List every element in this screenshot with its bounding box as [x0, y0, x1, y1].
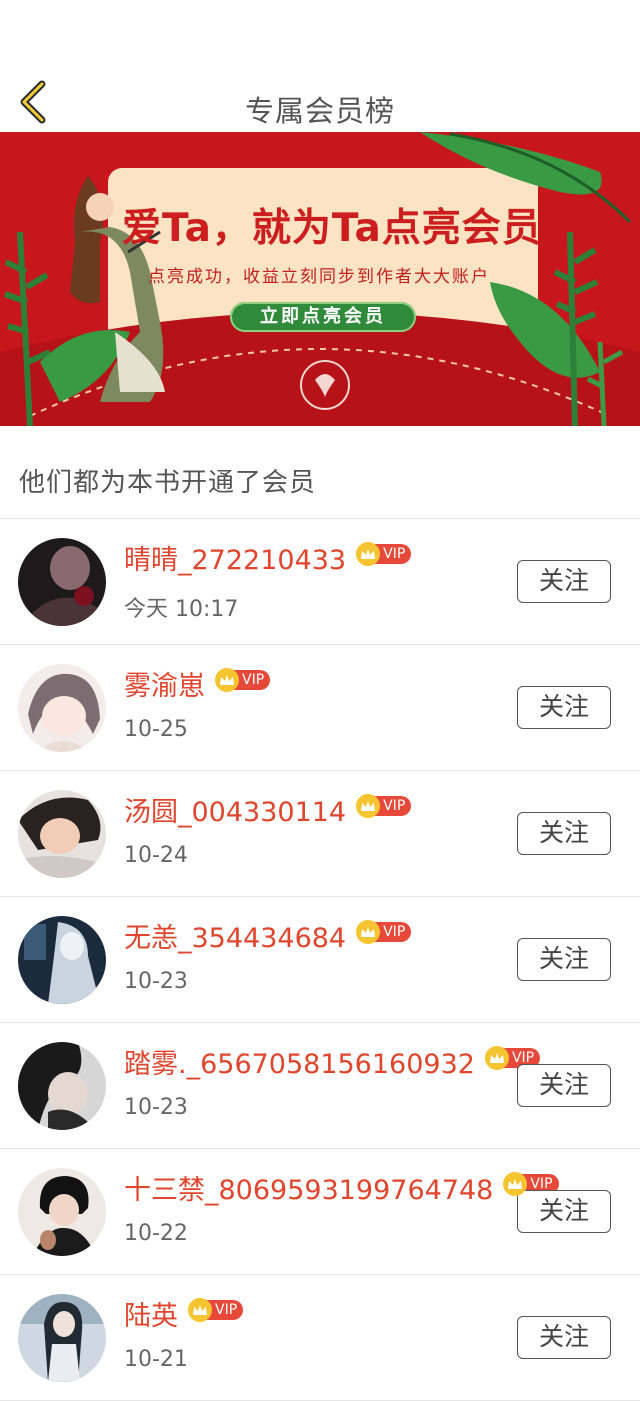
follow-button[interactable]: 关注 [517, 812, 611, 855]
join-time: 10-24 [124, 843, 188, 868]
status-bar [0, 0, 640, 72]
vip-badge: VIP [356, 794, 412, 818]
join-time: 10-21 [124, 1347, 188, 1372]
banner-headline: 爱Ta，就为Ta点亮会员 [122, 206, 542, 251]
crown-icon [356, 920, 381, 944]
crown-icon [356, 542, 381, 566]
list-item[interactable]: 踏雾._6567058156160932 VIP 10-23 关注 [0, 1023, 640, 1149]
user-name[interactable]: 汤圆_004330114 [124, 793, 346, 833]
user-name[interactable]: 雾渝崽 [124, 667, 205, 707]
list-item[interactable]: 晴晴_272210433 VIP 今天 10:17 关注 [0, 519, 640, 645]
section-title: 他们都为本书开通了会员 [19, 468, 317, 498]
follow-button[interactable]: 关注 [517, 1190, 611, 1233]
join-time: 今天 10:17 [124, 597, 239, 622]
user-name[interactable]: 十三禁_8069593199764748 [124, 1171, 493, 1211]
crown-icon [215, 668, 239, 692]
vip-badge: VIP [188, 1298, 244, 1322]
list-item[interactable]: 十三禁_8069593199764748 VIP 10-22 关注 [0, 1149, 640, 1275]
avatar[interactable] [18, 664, 106, 752]
vip-badge: VIP [215, 668, 271, 692]
page-title: 专属会员榜 [244, 94, 395, 128]
list-item[interactable]: 无恙_354434684 VIP 10-23 关注 [0, 897, 640, 1023]
follow-button[interactable]: 关注 [517, 1064, 611, 1107]
avatar[interactable] [18, 916, 106, 1004]
user-name[interactable]: 踏雾._6567058156160932 [124, 1045, 475, 1085]
header: 专属会员榜 [0, 72, 640, 132]
member-list: 晴晴_272210433 VIP 今天 10:17 关注 雾渝崽 VIP 10-… [0, 518, 640, 1401]
avatar[interactable] [18, 1042, 106, 1130]
user-name[interactable]: 晴晴_272210433 [124, 541, 346, 581]
promo-banner[interactable]: 爱Ta，就为Ta点亮会员 点亮成功，收益立刻同步到作者大大账户 立即点亮会员 [0, 132, 640, 426]
avatar[interactable] [18, 1294, 106, 1382]
banner-subtitle: 点亮成功，收益立刻同步到作者大大账户 [148, 267, 490, 287]
list-item[interactable]: 陆英 VIP 10-21 关注 [0, 1275, 640, 1401]
avatar[interactable] [18, 1168, 106, 1256]
follow-button[interactable]: 关注 [517, 686, 611, 729]
follow-button[interactable]: 关注 [517, 1316, 611, 1359]
follow-button[interactable]: 关注 [517, 938, 611, 981]
vip-badge: VIP [356, 920, 412, 944]
user-name[interactable]: 陆英 [124, 1297, 178, 1337]
join-time: 10-23 [124, 969, 188, 994]
avatar[interactable] [18, 790, 106, 878]
crown-icon [484, 1046, 509, 1070]
crown-icon [188, 1298, 212, 1322]
avatar[interactable] [18, 538, 106, 626]
join-time: 10-23 [124, 1095, 188, 1120]
join-time: 10-22 [124, 1221, 188, 1246]
user-name[interactable]: 无恙_354434684 [124, 919, 346, 959]
join-time: 10-25 [124, 717, 188, 742]
crown-icon [356, 794, 381, 818]
list-item[interactable]: 雾渝崽 VIP 10-25 关注 [0, 645, 640, 771]
activate-vip-button[interactable]: 立即点亮会员 [230, 302, 416, 332]
vip-badge: VIP [356, 542, 412, 566]
list-item[interactable]: 汤圆_004330114 VIP 10-24 关注 [0, 771, 640, 897]
follow-button[interactable]: 关注 [517, 560, 611, 603]
